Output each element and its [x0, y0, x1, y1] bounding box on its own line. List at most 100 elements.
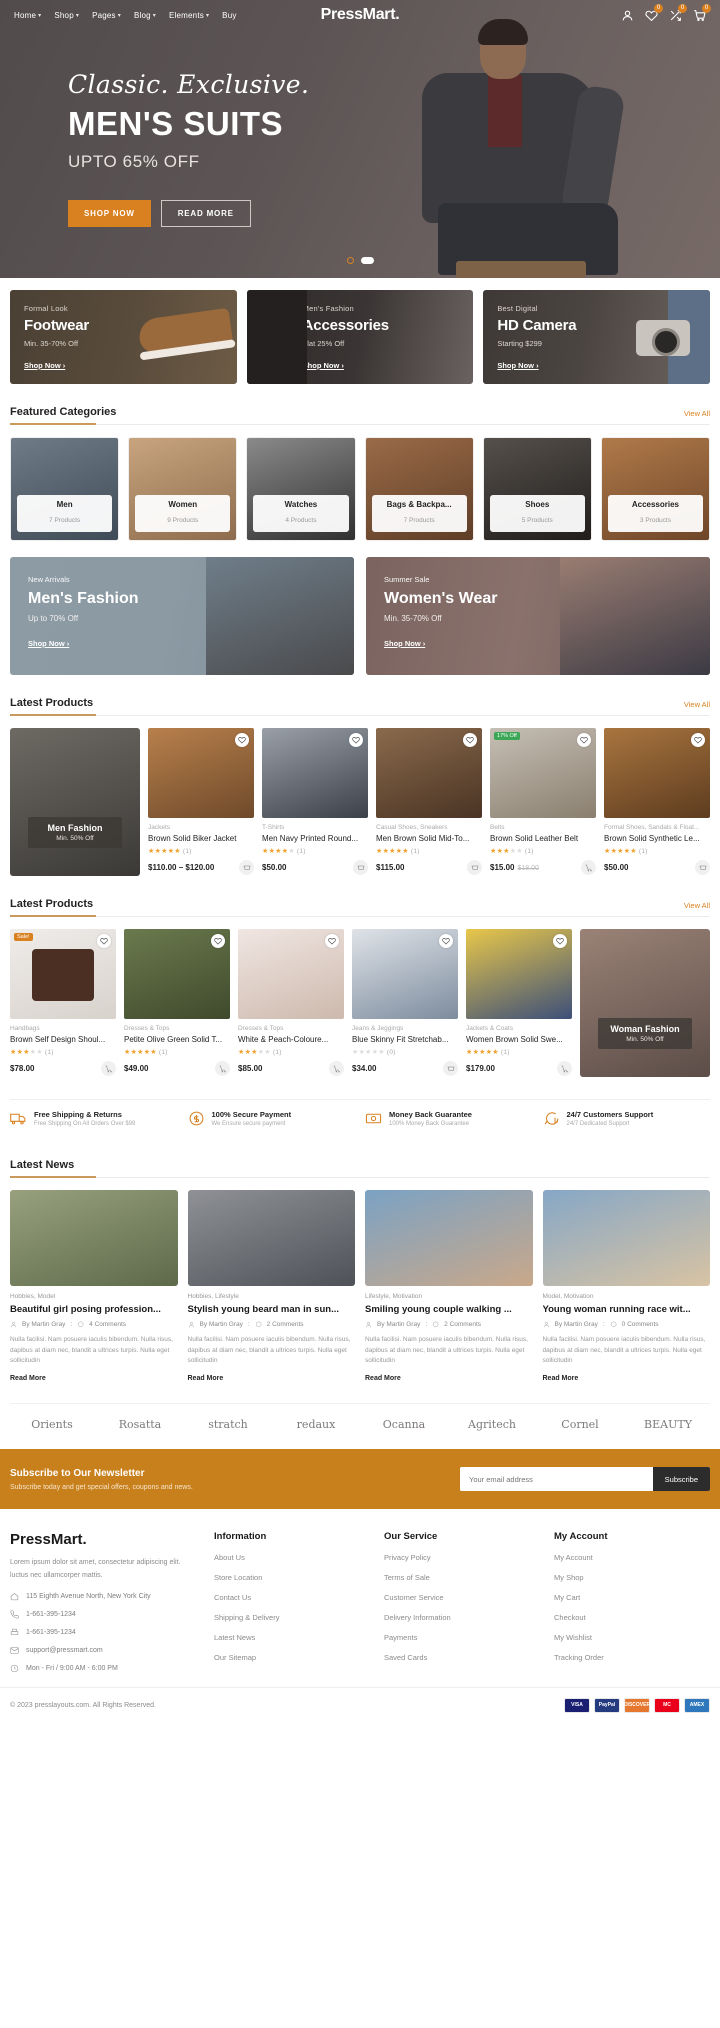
wishlist-heart-icon[interactable]	[235, 733, 249, 747]
footer-link[interactable]: Payments	[384, 1633, 540, 1642]
add-to-cart-button[interactable]	[239, 860, 254, 875]
product-name[interactable]: White & Peach-Coloure...	[238, 1035, 344, 1044]
promo-hd-camera[interactable]: Best Digital HD Camera Starting $299 Sho…	[483, 290, 711, 384]
wishlist-heart-icon[interactable]	[691, 733, 705, 747]
category-card-watches[interactable]: Watches 4 Products	[246, 437, 356, 541]
footer-link[interactable]: My Cart	[554, 1593, 710, 1602]
footer-link[interactable]: Store Location	[214, 1573, 370, 1582]
add-to-cart-button[interactable]	[329, 1061, 344, 1076]
promo-footwear[interactable]: Formal Look Footwear Min. 35-70% Off Sho…	[10, 290, 237, 384]
product-card[interactable]: T-Shirts Men Navy Printed Round... ★★★★★…	[262, 728, 368, 875]
read-more-link[interactable]: Read More	[543, 1375, 579, 1382]
view-all-link[interactable]: View All	[684, 700, 710, 709]
nav-item-elements[interactable]: Elements ▾	[169, 11, 209, 20]
footer-link[interactable]: My Account	[554, 1553, 710, 1562]
add-to-cart-button[interactable]	[557, 1061, 572, 1076]
footer-link[interactable]: Tracking Order	[554, 1653, 710, 1662]
wishlist-heart-icon[interactable]	[97, 934, 111, 948]
product-card[interactable]: Sale! Handbags Brown Self Design Shoul..…	[10, 929, 116, 1076]
news-card[interactable]: Hobbies, Lifestyle Stylish young beard m…	[187, 1190, 356, 1385]
read-more-link[interactable]: Read More	[188, 1375, 224, 1382]
news-card[interactable]: Lifestyle, Motivation Smiling young coup…	[365, 1190, 533, 1385]
news-card[interactable]: Model, Motivation Young woman running ra…	[542, 1190, 711, 1385]
product-name[interactable]: Brown Solid Leather Belt	[490, 834, 596, 843]
footer-link[interactable]: Latest News	[214, 1633, 370, 1642]
hero-read-more-button[interactable]: READ MORE	[160, 200, 251, 227]
footer-link[interactable]: My Shop	[554, 1573, 710, 1582]
add-to-cart-button[interactable]	[443, 1061, 458, 1076]
read-more-link[interactable]: Read More	[365, 1375, 401, 1382]
carousel-dot-1[interactable]	[346, 257, 354, 264]
footer-link[interactable]: Our Sitemap	[214, 1653, 370, 1662]
add-to-cart-button[interactable]	[695, 860, 710, 875]
footer-link[interactable]: Delivery Information	[384, 1613, 540, 1622]
news-title[interactable]: Young woman running race wit...	[543, 1304, 711, 1315]
product-name[interactable]: Brown Self Design Shoul...	[10, 1035, 116, 1044]
banner-shop-now-link[interactable]: Shop Now ›	[384, 639, 425, 648]
newsletter-email-input[interactable]	[460, 1467, 653, 1492]
news-title[interactable]: Stylish young beard man in sun...	[188, 1304, 356, 1315]
brand-logo[interactable]: Rosatta	[98, 1418, 182, 1431]
nav-item-buy[interactable]: Buy	[222, 11, 236, 20]
feature-card-men-fashion[interactable]: Men Fashion Min. 50% Off	[10, 728, 140, 876]
promo-shop-now-link[interactable]: Shop Now ›	[497, 361, 538, 370]
nav-item-home[interactable]: Home ▾	[14, 11, 41, 20]
product-name[interactable]: Brown Solid Biker Jacket	[148, 834, 254, 843]
footer-link[interactable]: Shipping & Delivery	[214, 1613, 370, 1622]
footer-link[interactable]: My Wishlist	[554, 1633, 710, 1642]
news-card[interactable]: Hobbies, Model Beautiful girl posing pro…	[10, 1190, 178, 1385]
view-all-link[interactable]: View All	[684, 409, 710, 418]
read-more-link[interactable]: Read More	[10, 1375, 46, 1382]
hero-shop-now-button[interactable]: SHOP NOW	[68, 200, 151, 227]
product-name[interactable]: Blue Skinny Fit Stretchab...	[352, 1035, 458, 1044]
promo-shop-now-link[interactable]: Shop Now ›	[303, 361, 344, 370]
brand-logo[interactable]: Ocanna	[362, 1418, 446, 1431]
product-card[interactable]: Casual Shoes, Sneakers Men Brown Solid M…	[376, 728, 482, 875]
product-card[interactable]: Dresses & Tops White & Peach-Coloure... …	[238, 929, 344, 1076]
nav-item-blog[interactable]: Blog ▾	[134, 11, 156, 20]
footer-link[interactable]: About Us	[214, 1553, 370, 1562]
brand-logo[interactable]: Cornel	[538, 1418, 622, 1431]
brand-logo[interactable]: Agritech	[450, 1418, 534, 1431]
nav-item-shop[interactable]: Shop ▾	[54, 11, 79, 20]
add-to-cart-button[interactable]	[101, 1061, 116, 1076]
brand-logo[interactable]: stratch	[186, 1418, 270, 1431]
product-card[interactable]: Dresses & Tops Petite Olive Green Solid …	[124, 929, 230, 1076]
wishlist-heart-icon[interactable]	[439, 934, 453, 948]
product-name[interactable]: Petite Olive Green Solid T...	[124, 1035, 230, 1044]
category-card-shoes[interactable]: Shoes 5 Products	[482, 437, 592, 541]
add-to-cart-button[interactable]	[581, 860, 596, 875]
banner-womens-wear[interactable]: Summer Sale Women's Wear Min. 35-70% Off…	[366, 557, 710, 675]
carousel-dot-2[interactable]	[360, 257, 374, 264]
footer-link[interactable]: Checkout	[554, 1613, 710, 1622]
wishlist-heart-icon[interactable]	[463, 733, 477, 747]
wishlist-heart-icon[interactable]	[349, 733, 363, 747]
footer-link[interactable]: Contact Us	[214, 1593, 370, 1602]
banner-shop-now-link[interactable]: Shop Now ›	[28, 639, 69, 648]
add-to-cart-button[interactable]	[215, 1061, 230, 1076]
product-card[interactable]: Jackets & Coats Women Brown Solid Swe...…	[466, 929, 572, 1076]
nav-item-pages[interactable]: Pages ▾	[92, 11, 121, 20]
wishlist-heart-icon[interactable]	[553, 934, 567, 948]
brand-logo[interactable]: Orients	[10, 1418, 94, 1431]
compare-icon[interactable]: 0	[669, 3, 687, 22]
category-card-women[interactable]: Women 9 Products	[128, 437, 238, 541]
promo-accessories[interactable]: Men's Fashion Accessories Flat 25% Off S…	[246, 290, 474, 384]
category-card-men[interactable]: Men 7 Products	[10, 437, 120, 541]
add-to-cart-button[interactable]	[467, 860, 482, 875]
product-name[interactable]: Men Brown Solid Mid-To...	[376, 834, 482, 843]
footer-link[interactable]: Privacy Policy	[384, 1553, 540, 1562]
add-to-cart-button[interactable]	[353, 860, 368, 875]
footer-link[interactable]: Saved Cards	[384, 1653, 540, 1662]
wishlist-heart-icon[interactable]	[577, 733, 591, 747]
product-name[interactable]: Men Navy Printed Round...	[262, 834, 368, 843]
brand-logo[interactable]: redaux	[274, 1418, 358, 1431]
brand-logo[interactable]: BEAUTY	[626, 1418, 710, 1431]
product-name[interactable]: Brown Solid Synthetic Le...	[604, 834, 710, 843]
banner-mens-fashion[interactable]: New Arrivals Men's Fashion Up to 70% Off…	[10, 557, 354, 675]
wishlist-heart-icon[interactable]	[325, 934, 339, 948]
promo-shop-now-link[interactable]: Shop Now ›	[24, 361, 65, 370]
newsletter-subscribe-button[interactable]: Subscribe	[652, 1467, 710, 1492]
wishlist-heart-icon[interactable]: 0	[645, 3, 663, 22]
view-all-link[interactable]: View All	[684, 901, 710, 910]
